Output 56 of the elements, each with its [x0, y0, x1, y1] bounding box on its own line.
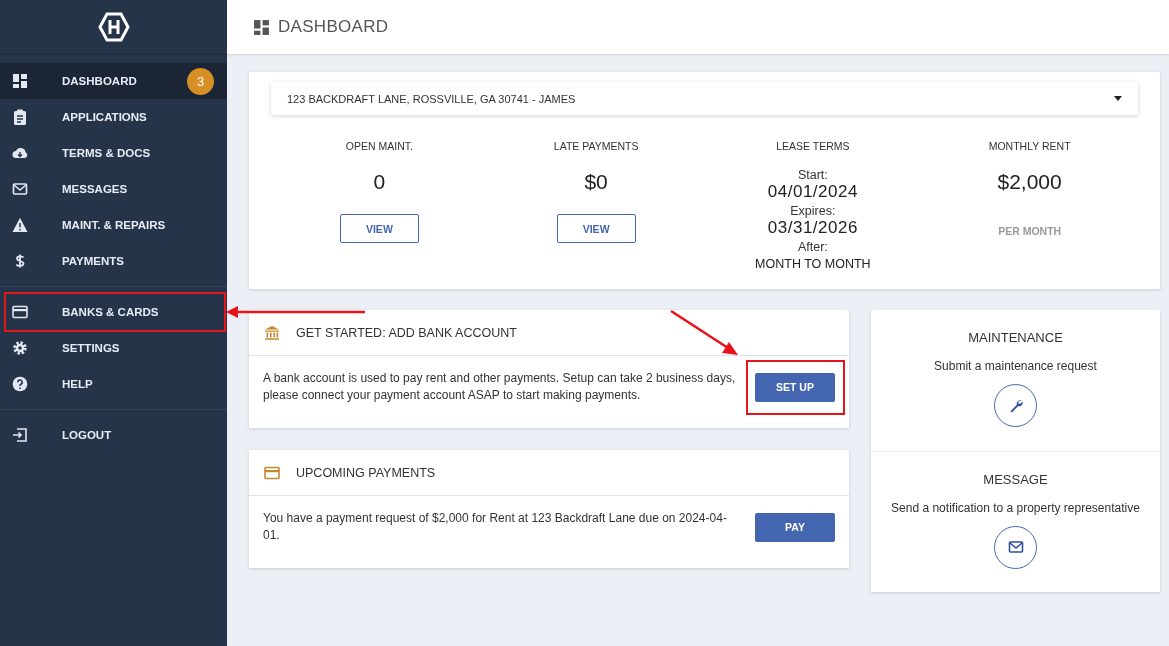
sidebar-item[interactable]: MAINT. & REPAIRS	[0, 207, 227, 243]
warning-icon	[12, 217, 28, 233]
envelope-icon	[1007, 539, 1024, 555]
message-button[interactable]	[994, 525, 1037, 569]
stat-title: LEASE TERMS	[776, 140, 850, 152]
stat-title: MONTHLY RENT	[988, 140, 1071, 152]
lease-label: After:	[797, 240, 828, 254]
hexagon-logo	[97, 12, 130, 42]
cloud-download-icon	[12, 145, 28, 161]
stat-value: $2,000	[997, 170, 1062, 194]
property-dropdown[interactable]: 123 BACKDRAFT LANE, ROSSVILLE, GA 30741 - JAMES	[271, 82, 1138, 115]
logout-icon	[12, 427, 28, 443]
help-icon	[12, 376, 28, 392]
credit-card-icon	[264, 464, 280, 481]
lease-value: 04/01/2024	[767, 182, 858, 202]
stat-title: LATE PAYMENTS	[553, 140, 639, 152]
notification-badge: 3	[187, 68, 214, 95]
card-title: UPCOMING PAYMENTS	[296, 465, 436, 480]
stat-value: 0	[373, 170, 386, 194]
stat-title: OPEN MAINT.	[345, 140, 413, 152]
sidebar-item[interactable]: MESSAGES	[0, 171, 227, 207]
lease-value: MONTH TO MONTH	[755, 257, 871, 271]
action-title: MAINTENANCE	[968, 330, 1063, 345]
stat-note: PER MONTH	[998, 225, 1062, 237]
sidebar-item[interactable]: BANKS & CARDS	[0, 294, 227, 330]
sidebar-item[interactable]: APPLICATIONS	[0, 99, 227, 135]
sidebar-item[interactable]: HELP	[0, 366, 227, 402]
lease-label: Expires:	[790, 204, 836, 218]
dashboard-icon	[12, 73, 28, 89]
sidebar-item[interactable]: PAYMENTS	[0, 243, 227, 279]
sidebar-item[interactable]: DASHBOARD 3	[0, 63, 227, 99]
lease-value: 03/31/2026	[767, 218, 858, 238]
card-title: GET STARTED: ADD BANK ACCOUNT	[296, 325, 517, 340]
action-title: MESSAGE	[983, 471, 1048, 487]
bank-icon	[264, 324, 280, 341]
sidebar-item[interactable]: SETTINGS	[0, 330, 227, 366]
envelope-icon	[12, 181, 28, 197]
sidebar-item[interactable]: TERMS & DOCS	[0, 135, 227, 171]
annotation-arrow	[670, 309, 740, 356]
action-button[interactable]: SET UP	[755, 372, 835, 402]
view-button[interactable]: VIEW	[556, 214, 636, 243]
card-text: A bank account is used to pay rent and other payments. Setup can take 2 business days, please connect your payment account ASAP to start making payments.	[263, 370, 737, 404]
maintenance-button[interactable]	[994, 384, 1037, 427]
credit-card-icon	[12, 304, 28, 320]
action-text: Submit a maintenance request	[934, 359, 1097, 373]
action-text: Send a notification to a property representative	[891, 500, 1140, 515]
page-title: DASHBOARD	[278, 17, 389, 37]
stat-value: $0	[584, 170, 608, 194]
lease-label: Start:	[797, 168, 828, 182]
clipboard-icon	[12, 109, 28, 125]
view-button[interactable]: VIEW	[339, 214, 419, 243]
sidebar-item[interactable]: LOGOUT	[0, 417, 227, 453]
settings-icon	[12, 340, 28, 356]
dashboard-icon	[253, 18, 270, 36]
action-button[interactable]: PAY	[755, 512, 835, 542]
card-text: You have a payment request of $2,000 for Rent at 123 Backdraft Lane due on 2024-04-01.	[263, 510, 728, 544]
